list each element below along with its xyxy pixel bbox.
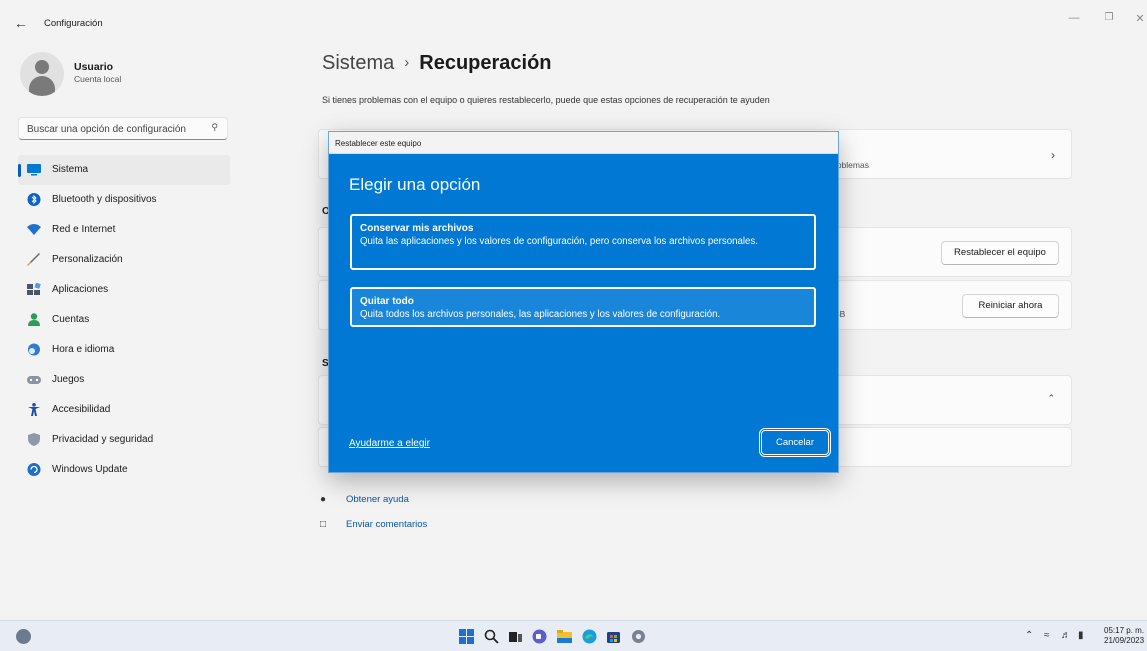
chevron-up-icon[interactable]: ⌃ <box>1025 630 1033 641</box>
chevron-up-icon: ⌃ <box>1047 393 1055 403</box>
sidebar-item-label: Bluetooth y dispositivos <box>52 194 157 205</box>
reset-pc-dialog: Restablecer este equipo Elegir una opció… <box>328 131 839 473</box>
task-view-icon[interactable] <box>508 629 523 644</box>
taskbar: ⌃ ≈ ♬ ▮ 05:17 p. m. 21/09/2023 <box>0 620 1147 651</box>
clock-date: 21/09/2023 <box>1104 636 1145 645</box>
sidebar-item-label: Juegos <box>52 374 85 385</box>
chevron-right-icon: › <box>404 54 410 71</box>
get-help-label: Obtener ayuda <box>346 494 409 505</box>
gamepad-icon <box>27 376 41 384</box>
wifi-icon[interactable]: ≈ <box>1044 630 1050 641</box>
search-input[interactable] <box>27 121 202 137</box>
search-icon[interactable] <box>484 629 499 644</box>
user-name: Usuario <box>74 61 114 73</box>
sidebar-item-sistema[interactable]: Sistema <box>18 155 230 185</box>
sidebar-item-label: Privacidad y seguridad <box>52 434 154 445</box>
sidebar-item-cuentas[interactable]: Cuentas <box>18 305 230 335</box>
feedback-label: Enviar comentarios <box>346 519 428 530</box>
system-icon <box>27 164 41 176</box>
maximize-button[interactable]: ❐ <box>1099 12 1119 23</box>
sidebar-item-label: Red e Internet <box>52 224 116 235</box>
sidebar-item-label: Sistema <box>52 164 89 175</box>
get-help-link[interactable]: ● Obtener ayuda <box>320 494 409 505</box>
dialog-title-bar: Restablecer este equipo <box>329 132 838 154</box>
chevron-right-icon: › <box>1051 148 1055 162</box>
option-title: Quitar todo <box>360 296 414 307</box>
bluetooth-icon <box>27 193 41 206</box>
store-icon[interactable] <box>606 629 621 644</box>
restart-now-button[interactable]: Reiniciar ahora <box>962 294 1059 318</box>
clock-time: 05:17 p. m. <box>1104 626 1145 635</box>
dialog-heading: Elegir una opción <box>349 175 481 194</box>
fix-problems-text: roblemas <box>834 160 869 170</box>
option-description: Quita todos los archivos personales, las… <box>360 309 721 320</box>
shield-icon <box>28 433 40 446</box>
help-icon: ● <box>320 494 327 505</box>
edge-icon[interactable] <box>582 629 597 644</box>
sidebar-item-juegos[interactable]: Juegos <box>18 365 230 395</box>
sidebar-item-red[interactable]: Red e Internet <box>18 215 230 245</box>
widgets-icon[interactable] <box>16 629 31 644</box>
cancel-button[interactable]: Cancelar <box>761 430 829 455</box>
app-title: Configuración <box>44 18 103 29</box>
sidebar-item-privacidad[interactable]: Privacidad y seguridad <box>18 425 230 455</box>
sidebar-item-label: Personalización <box>52 254 123 265</box>
sidebar-item-bluetooth[interactable]: Bluetooth y dispositivos <box>18 185 230 215</box>
page-title: Recuperación <box>419 52 552 74</box>
avatar <box>20 52 64 96</box>
user-account-type: Cuenta local <box>74 74 122 84</box>
chat-icon[interactable] <box>532 629 547 644</box>
sidebar-item-label: Windows Update <box>52 464 128 475</box>
sidebar-item-label: Cuentas <box>52 314 90 325</box>
file-explorer-icon[interactable] <box>557 629 572 644</box>
sidebar-item-aplicaciones[interactable]: Aplicaciones <box>18 275 230 305</box>
settings-window: ← Configuración — ❐ ✕ Usuario Cuenta loc… <box>0 0 1147 620</box>
option-description: Quita las aplicaciones y los valores de … <box>360 236 758 247</box>
sidebar-item-label: Hora e idioma <box>52 344 115 355</box>
battery-icon[interactable]: ▮ <box>1078 630 1084 641</box>
sidebar-item-label: Aplicaciones <box>52 284 109 295</box>
dialog-title: Restablecer este equipo <box>335 139 422 148</box>
accessibility-icon <box>28 403 40 416</box>
sidebar-item-hora[interactable]: Hora e idioma <box>18 335 230 365</box>
help-me-choose-link[interactable]: Ayudarme a elegir <box>349 438 430 449</box>
clock-globe-icon <box>28 343 40 356</box>
sidebar-item-label: Accesibilidad <box>52 404 111 415</box>
update-icon <box>27 463 41 476</box>
clock[interactable]: 05:17 p. m. 21/09/2023 <box>1104 626 1144 646</box>
close-button[interactable]: ✕ <box>1130 12 1147 25</box>
sidebar-item-personalizacion[interactable]: Personalización <box>18 245 230 275</box>
search-box[interactable]: ⚲ <box>18 117 228 140</box>
sidebar-item-windows-update[interactable]: Windows Update <box>18 455 230 485</box>
apps-icon <box>27 283 41 295</box>
feedback-icon: □ <box>320 519 327 530</box>
back-arrow-icon[interactable]: ← <box>14 15 30 31</box>
minimize-button[interactable]: — <box>1064 12 1084 24</box>
settings-gear-icon[interactable] <box>631 629 646 644</box>
remove-everything-option[interactable]: Quitar todo Quita todos los archivos per… <box>350 287 816 327</box>
keep-files-option[interactable]: Conservar mis archivos Quita las aplicac… <box>350 214 816 270</box>
brush-icon <box>27 253 40 266</box>
start-icon[interactable] <box>459 629 474 644</box>
person-icon <box>28 313 40 326</box>
title-bar: ← Configuración — ❐ ✕ <box>0 0 1147 48</box>
page-description: Si tienes problemas con el equipo o quie… <box>322 95 770 105</box>
breadcrumb: Sistema › Recuperación <box>322 52 552 75</box>
search-icon[interactable]: ⚲ <box>211 122 218 133</box>
volume-icon[interactable]: ♬ <box>1061 630 1071 641</box>
reset-pc-button[interactable]: Restablecer el equipo <box>941 241 1059 265</box>
feedback-link[interactable]: □ Enviar comentarios <box>320 519 427 530</box>
option-title: Conservar mis archivos <box>360 223 474 234</box>
wifi-icon <box>27 224 41 235</box>
active-indicator <box>18 164 21 177</box>
sidebar-nav: Sistema Bluetooth y dispositivos Red e I… <box>18 155 230 485</box>
sidebar-item-accesibilidad[interactable]: Accesibilidad <box>18 395 230 425</box>
breadcrumb-parent[interactable]: Sistema <box>322 52 394 74</box>
